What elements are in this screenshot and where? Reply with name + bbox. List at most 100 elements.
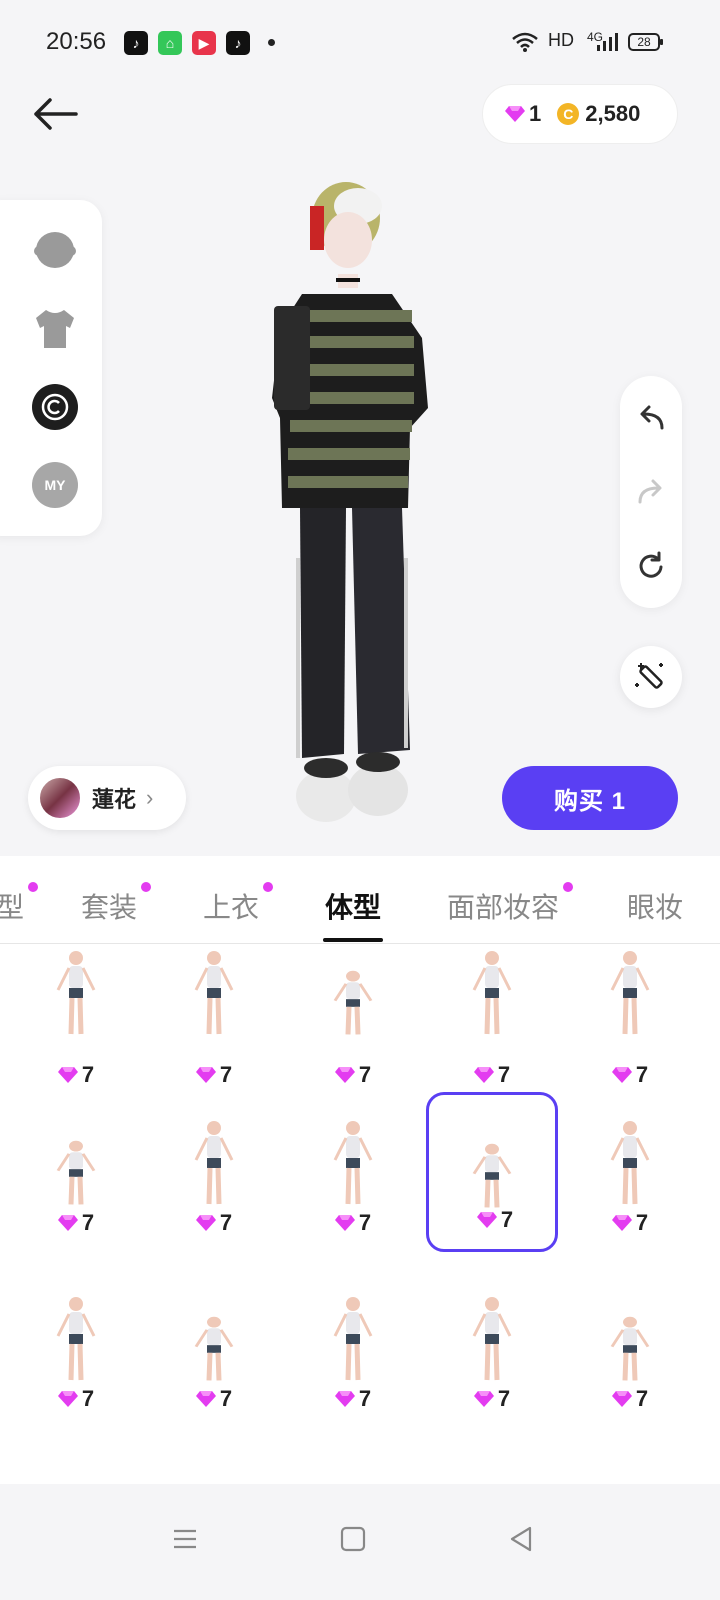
tab-label: 眼妆 xyxy=(627,892,684,923)
tab-tops[interactable]: 上衣 xyxy=(203,882,274,926)
item-price: 7 xyxy=(287,1062,419,1088)
item-price: 7 xyxy=(10,1386,142,1412)
item-price: 7 xyxy=(564,1386,696,1412)
tab-eye-makeup[interactable]: 眼妆 xyxy=(627,886,683,926)
tab-label: 型 xyxy=(0,892,25,923)
gem-icon xyxy=(611,1067,632,1083)
body-type-option[interactable]: 7 xyxy=(148,1092,280,1252)
price-value: 7 xyxy=(358,1062,372,1087)
edit-history-panel xyxy=(620,376,682,608)
price-value: 7 xyxy=(358,1386,372,1411)
price-value: 7 xyxy=(635,1062,649,1087)
tab-face-makeup[interactable]: 面部妆容 xyxy=(447,882,574,926)
new-dot xyxy=(28,882,39,892)
tab-type[interactable]: 型 xyxy=(0,882,39,926)
price-value: 7 xyxy=(358,1210,372,1235)
gem-icon xyxy=(334,1391,355,1407)
price-value: 7 xyxy=(219,1062,233,1087)
avatar-figure[interactable] xyxy=(262,178,442,828)
body-type-option[interactable]: 7 xyxy=(426,944,558,1104)
buy-button[interactable]: 购买 1 xyxy=(502,766,678,830)
body-type-option[interactable]: 7 xyxy=(148,1268,280,1428)
battery-indicator: 28 xyxy=(628,33,663,51)
body-type-option[interactable]: 7 xyxy=(287,1268,419,1428)
body-preview xyxy=(472,951,512,1035)
gem-count: 1 xyxy=(529,101,542,126)
item-price: 7 xyxy=(148,1062,280,1088)
body-type-option[interactable]: 7 xyxy=(564,944,696,1104)
body-preview xyxy=(56,951,96,1035)
home-icon[interactable] xyxy=(338,1524,368,1554)
back-arrow-icon[interactable] xyxy=(30,92,80,136)
video-app-icon: ▶ xyxy=(192,31,216,55)
body-type-option[interactable]: 7 xyxy=(10,944,142,1104)
tiktok-lite-icon: ♪ xyxy=(124,31,148,55)
gem-icon xyxy=(473,1391,494,1407)
back-icon[interactable] xyxy=(506,1524,536,1554)
item-price: 7 xyxy=(10,1062,142,1088)
gem-icon xyxy=(57,1391,78,1407)
body-type-option[interactable]: 7 xyxy=(564,1092,696,1252)
price-value: 7 xyxy=(81,1386,95,1411)
gem-icon xyxy=(611,1391,632,1407)
gem-icon xyxy=(195,1067,216,1083)
item-price: 7 xyxy=(426,1062,558,1088)
gem-icon xyxy=(476,1212,497,1228)
item-price: 7 xyxy=(287,1386,419,1412)
undo-icon[interactable] xyxy=(634,402,668,436)
tab-sets[interactable]: 套装 xyxy=(81,882,152,926)
gem-icon xyxy=(57,1215,78,1231)
body-preview xyxy=(56,1140,96,1205)
gem-icon xyxy=(505,106,525,122)
body-preview xyxy=(333,1121,373,1205)
body-type-option[interactable]: 7 xyxy=(426,1268,558,1428)
chevron-right-icon: › xyxy=(146,785,154,810)
signal-icon xyxy=(597,33,618,51)
tab-label: 套装 xyxy=(81,892,138,923)
price-value: 7 xyxy=(219,1386,233,1411)
price-value: 7 xyxy=(635,1386,649,1411)
menu-icon[interactable] xyxy=(170,1524,200,1554)
new-dot xyxy=(263,882,274,892)
body-type-option[interactable]: 7 xyxy=(10,1268,142,1428)
status-time: 20:56 xyxy=(46,28,107,55)
body-preview xyxy=(333,1297,373,1381)
shop-app-icon: ⌂ xyxy=(158,31,182,55)
redo-icon[interactable] xyxy=(634,476,668,510)
new-dot xyxy=(141,882,152,892)
currency-balance[interactable]: 1 C 2,580 xyxy=(482,84,678,144)
body-preview xyxy=(610,1316,650,1381)
body-preview xyxy=(333,970,373,1035)
gem-icon xyxy=(334,1215,355,1231)
my-icon[interactable]: MY xyxy=(32,462,78,508)
body-preview xyxy=(610,1121,650,1205)
outfit-author-chip[interactable]: 蓮花 › xyxy=(28,766,186,830)
magic-wand-button[interactable] xyxy=(620,646,682,708)
status-bar: 20:56 ♪ ⌂ ▶ ♪ HD 4G 28 xyxy=(0,0,720,80)
active-tab-indicator xyxy=(323,938,383,942)
price-value: 7 xyxy=(497,1386,511,1411)
category-tabs: 型 套装 上衣 体型 面部妆容 眼妆 xyxy=(0,856,720,944)
body-preview xyxy=(56,1297,96,1381)
body-type-option[interactable]: 7 xyxy=(426,1092,558,1252)
body-preview xyxy=(194,1316,234,1381)
item-price: 7 xyxy=(148,1386,280,1412)
body-type-option[interactable]: 7 xyxy=(287,1092,419,1252)
tiktok-icon: ♪ xyxy=(226,31,250,55)
new-dot xyxy=(563,882,574,892)
copyright-icon[interactable] xyxy=(32,384,78,430)
body-preview xyxy=(472,1143,512,1208)
price-value: 7 xyxy=(219,1210,233,1235)
body-type-option[interactable]: 7 xyxy=(564,1268,696,1428)
item-price: 7 xyxy=(10,1210,142,1236)
head-icon[interactable] xyxy=(32,228,78,274)
reset-icon[interactable] xyxy=(634,550,668,584)
body-type-option[interactable]: 7 xyxy=(287,944,419,1104)
tab-label: 面部妆容 xyxy=(447,892,560,923)
tab-body-type[interactable]: 体型 xyxy=(325,886,381,926)
price-value: 7 xyxy=(497,1062,511,1087)
price-value: 7 xyxy=(81,1062,95,1087)
body-type-option[interactable]: 7 xyxy=(148,944,280,1104)
shirt-icon[interactable] xyxy=(32,306,78,352)
body-type-option[interactable]: 7 xyxy=(10,1092,142,1252)
